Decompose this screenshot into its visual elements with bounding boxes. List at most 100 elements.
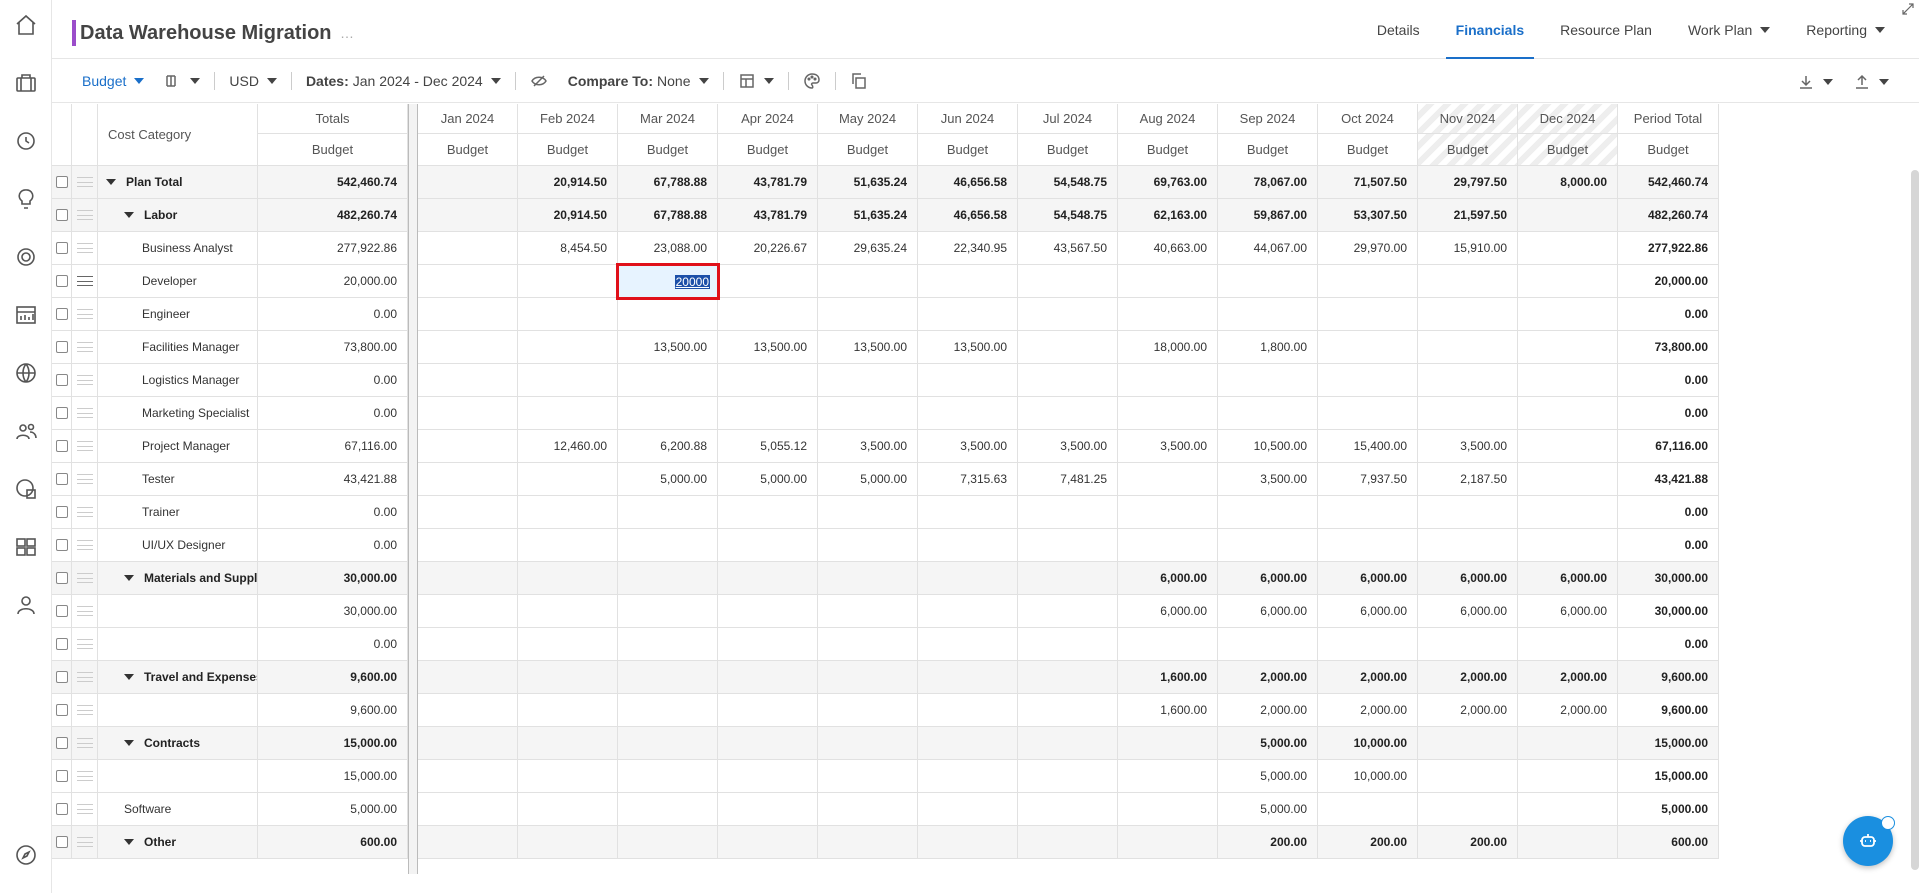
budget-cell[interactable] (418, 661, 518, 694)
month-header[interactable]: Oct 2024 (1318, 104, 1418, 134)
budget-cell[interactable] (718, 529, 818, 562)
budget-cell[interactable] (518, 826, 618, 859)
tab-resource-plan[interactable]: Resource Plan (1542, 0, 1670, 59)
month-header[interactable]: May 2024 (818, 104, 918, 134)
tab-reporting[interactable]: Reporting (1788, 0, 1903, 59)
budget-cell[interactable]: 67,788.88 (618, 166, 718, 199)
collapse-caret-icon[interactable] (124, 575, 134, 581)
drag-handle-icon[interactable] (76, 639, 93, 649)
budget-cell[interactable] (718, 562, 818, 595)
budget-cell[interactable]: 7,315.63 (918, 463, 1018, 496)
budget-cell[interactable]: 8,000.00 (1518, 166, 1618, 199)
budget-cell[interactable] (418, 793, 518, 826)
budget-cell[interactable] (1118, 793, 1218, 826)
budget-cell[interactable] (1418, 529, 1518, 562)
budget-cell[interactable] (618, 628, 718, 661)
drag-handle-icon[interactable] (76, 177, 93, 187)
row-checkbox[interactable] (55, 737, 68, 749)
budget-cell[interactable]: 6,000.00 (1418, 595, 1518, 628)
cost-category-cell[interactable]: Facilities Manager (98, 331, 258, 364)
budget-cell[interactable] (418, 760, 518, 793)
budget-cell[interactable]: 2,000.00 (1518, 661, 1618, 694)
budget-cell[interactable]: 46,656.58 (918, 199, 1018, 232)
row-checkbox[interactable] (55, 341, 68, 353)
budget-cell[interactable] (718, 760, 818, 793)
budget-cell[interactable] (518, 628, 618, 661)
cost-category-cell[interactable]: Trainer (98, 496, 258, 529)
budget-cell[interactable] (418, 562, 518, 595)
target-icon[interactable] (13, 244, 39, 270)
budget-cell[interactable] (1418, 364, 1518, 397)
budget-cell[interactable] (1518, 199, 1618, 232)
budget-cell[interactable] (418, 331, 518, 364)
budget-cell[interactable]: 13,500.00 (618, 331, 718, 364)
budget-cell[interactable]: 13,500.00 (918, 331, 1018, 364)
budget-cell[interactable]: 22,340.95 (918, 232, 1018, 265)
budget-cell[interactable] (618, 496, 718, 529)
cost-category-cell[interactable]: Materials and Supplies (98, 562, 258, 595)
budget-cell[interactable]: 15,400.00 (1318, 430, 1418, 463)
currency-select[interactable]: USD (219, 67, 287, 95)
cost-category-cell[interactable]: Marketing Specialist (98, 397, 258, 430)
budget-cell[interactable]: 23,088.00 (618, 232, 718, 265)
budget-cell[interactable]: 6,000.00 (1518, 562, 1618, 595)
budget-cell[interactable] (418, 496, 518, 529)
budget-cell[interactable]: 46,656.58 (918, 166, 1018, 199)
budget-cell[interactable]: 1,600.00 (1118, 661, 1218, 694)
budget-cell[interactable] (1318, 496, 1418, 529)
budget-cell[interactable]: 2,000.00 (1418, 694, 1518, 727)
period-total-header[interactable]: Period Total (1618, 104, 1719, 134)
budget-cell[interactable] (718, 694, 818, 727)
budget-cell[interactable] (818, 694, 918, 727)
budget-cell[interactable]: 2,000.00 (1318, 694, 1418, 727)
budget-cell[interactable] (618, 760, 718, 793)
reports-icon[interactable] (13, 476, 39, 502)
budget-cell[interactable] (618, 529, 718, 562)
budget-cell[interactable] (1118, 760, 1218, 793)
budget-cell[interactable] (1418, 760, 1518, 793)
budget-cell[interactable]: 67,788.88 (618, 199, 718, 232)
budget-cell[interactable] (1518, 529, 1618, 562)
budget-cell[interactable] (418, 397, 518, 430)
budget-cell[interactable] (918, 298, 1018, 331)
budget-cell[interactable] (1218, 298, 1318, 331)
layout-select[interactable] (728, 67, 784, 95)
drag-handle-icon[interactable] (76, 507, 93, 517)
row-checkbox[interactable] (55, 374, 68, 386)
budget-cell[interactable] (518, 793, 618, 826)
budget-cell[interactable]: 40,663.00 (1118, 232, 1218, 265)
budget-cell[interactable] (418, 430, 518, 463)
budget-cell[interactable] (1218, 496, 1318, 529)
budget-cell[interactable]: 43,781.79 (718, 199, 818, 232)
budget-cell[interactable] (618, 397, 718, 430)
budget-cell[interactable]: 29,970.00 (1318, 232, 1418, 265)
drag-handle-icon[interactable] (76, 771, 93, 781)
tab-details[interactable]: Details (1359, 0, 1438, 59)
budget-cell[interactable]: 8,454.50 (518, 232, 618, 265)
budget-cell[interactable] (1218, 529, 1318, 562)
collapse-caret-icon[interactable] (124, 212, 134, 218)
copy-button[interactable] (840, 67, 878, 95)
expand-icon[interactable] (1901, 2, 1915, 16)
row-checkbox[interactable] (55, 242, 68, 254)
budget-cell[interactable]: 29,635.24 (818, 232, 918, 265)
drag-handle-icon[interactable] (76, 672, 93, 682)
budget-cell[interactable]: 5,000.00 (818, 463, 918, 496)
budget-cell[interactable] (1118, 496, 1218, 529)
totals-header[interactable]: Totals (258, 104, 408, 134)
row-checkbox[interactable] (55, 407, 68, 419)
drag-handle-icon[interactable] (76, 474, 93, 484)
budget-cell[interactable] (1418, 727, 1518, 760)
row-checkbox[interactable] (55, 539, 68, 551)
budget-cell[interactable] (518, 727, 618, 760)
budget-cell[interactable] (1018, 397, 1118, 430)
budget-cell[interactable]: 5,000.00 (618, 463, 718, 496)
drag-handle-icon[interactable] (76, 573, 93, 583)
budget-cell[interactable]: 6,000.00 (1518, 595, 1618, 628)
compare-select[interactable]: Compare To: None (558, 67, 719, 95)
budget-cell[interactable] (1018, 562, 1118, 595)
budget-cell[interactable]: 1,800.00 (1218, 331, 1318, 364)
history-icon[interactable] (13, 128, 39, 154)
collapse-caret-icon[interactable] (124, 839, 134, 845)
dashboard-icon[interactable] (13, 302, 39, 328)
